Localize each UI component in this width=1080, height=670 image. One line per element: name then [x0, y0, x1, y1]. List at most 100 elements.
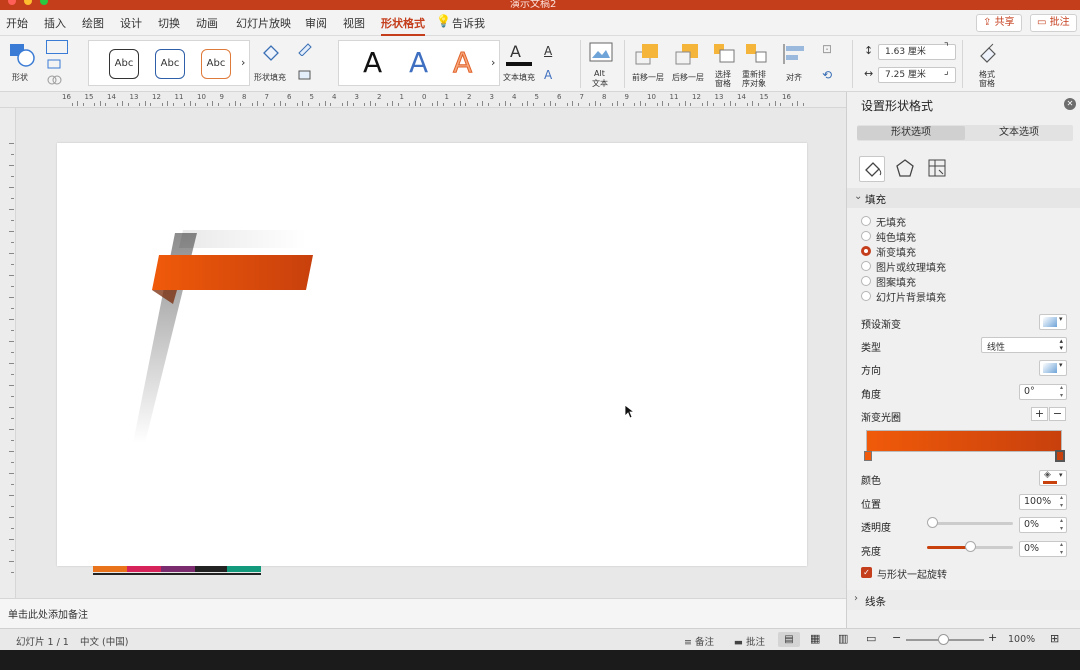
- wordart-styles-gallery[interactable]: A A A ›: [338, 40, 500, 86]
- maximize-window-button[interactable]: [40, 0, 48, 5]
- gradient-type-select[interactable]: 线性 ▴ ▾: [981, 337, 1067, 353]
- zoom-in-icon[interactable]: +: [988, 631, 997, 644]
- tab-shape-format[interactable]: 形状格式: [381, 15, 425, 36]
- zoom-level[interactable]: 100%: [1008, 634, 1035, 645]
- bring-forward-button[interactable]: 前移一层: [630, 40, 668, 86]
- brightness-field[interactable]: 0%: [1019, 541, 1067, 557]
- reading-view-icon[interactable]: ▥: [838, 632, 848, 645]
- share-button[interactable]: ⇪ 共享: [976, 14, 1022, 32]
- shape-styles-gallery[interactable]: Abc Abc Abc ›: [88, 40, 250, 86]
- text-fill-button[interactable]: A 文本填充: [503, 40, 538, 86]
- text-effects-icon[interactable]: A: [544, 68, 552, 82]
- selection-pane-button[interactable]: 选择 窗格: [710, 40, 738, 88]
- slide-sorter-icon[interactable]: ▦: [810, 632, 820, 645]
- shape-outline-button[interactable]: [296, 42, 318, 57]
- orange-gradient-banner[interactable]: [151, 251, 321, 311]
- gradient-preview-bar[interactable]: [866, 430, 1062, 452]
- align-button[interactable]: 对齐: [780, 40, 810, 86]
- position-field[interactable]: 100%: [1019, 494, 1067, 510]
- language-indicator[interactable]: 中文 (中国): [80, 634, 128, 648]
- transparency-slider[interactable]: [929, 522, 1013, 525]
- shape-fill-button[interactable]: 形状填充: [254, 40, 292, 86]
- format-pane-button[interactable]: 格式 窗格: [972, 40, 1006, 88]
- ruler-tick: [712, 103, 714, 106]
- normal-view-icon[interactable]: ▤: [778, 632, 800, 647]
- wordart-more-chevron-icon[interactable]: ›: [491, 56, 495, 69]
- brightness-slider-thumb[interactable]: [965, 541, 976, 552]
- direction-dropdown[interactable]: ▾: [1039, 360, 1067, 376]
- tab-home[interactable]: 开始: [6, 15, 28, 31]
- text-box-button[interactable]: [46, 58, 68, 70]
- close-icon[interactable]: ✕: [1064, 98, 1076, 110]
- close-window-button[interactable]: [8, 0, 16, 5]
- angle-field[interactable]: 0°: [1019, 384, 1067, 400]
- text-outline-icon[interactable]: A: [544, 44, 552, 58]
- ruler-tick: [11, 242, 14, 243]
- ruler-tick: [544, 103, 546, 106]
- tab-shape-options[interactable]: 形状选项: [857, 126, 965, 140]
- shape-style-black[interactable]: Abc: [109, 49, 139, 79]
- line-section-header[interactable]: › 线条: [847, 590, 1080, 610]
- tab-view[interactable]: 视图: [343, 15, 365, 31]
- shape-effects-button[interactable]: [296, 68, 318, 82]
- group-icon[interactable]: ⊡: [822, 42, 832, 56]
- tell-me-search[interactable]: 告诉我: [452, 15, 485, 31]
- preset-gradient-dropdown[interactable]: ▾: [1039, 314, 1067, 330]
- add-stop-button[interactable]: +: [1031, 407, 1048, 421]
- wordart-style-blue[interactable]: A: [409, 46, 428, 79]
- comments-toggle[interactable]: ▬ 批注: [734, 634, 765, 648]
- ruler-tick: [746, 103, 748, 106]
- notes-toggle[interactable]: ≡ 备注: [684, 634, 714, 648]
- gradient-stop-handle[interactable]: [864, 451, 872, 461]
- tab-transitions[interactable]: 切换: [158, 15, 180, 31]
- insert-shapes-button[interactable]: 形状: [6, 40, 40, 86]
- color-picker-dropdown[interactable]: ◈ ▾: [1039, 470, 1067, 486]
- alt-text-button[interactable]: Alt 文本: [586, 40, 616, 88]
- transparency-slider-thumb[interactable]: [927, 517, 938, 528]
- effects-tab[interactable]: [893, 156, 919, 182]
- ruler-number: 13: [129, 93, 139, 101]
- vertical-ruler[interactable]: [0, 108, 16, 598]
- horizontal-ruler[interactable]: 16 15 14 13 12 11 10 9 8 7 6 5 4 3 2 1 0 1 2 3 4 5 6 7 8 9 10 11 12 1…: [0, 92, 846, 108]
- fit-to-window-icon[interactable]: ⊞: [1050, 632, 1059, 645]
- zoom-out-icon[interactable]: −: [892, 631, 901, 644]
- merge-shapes-button[interactable]: [46, 74, 68, 86]
- size-properties-tab[interactable]: [925, 156, 951, 182]
- gradient-swatch-icon: [1043, 317, 1057, 327]
- send-backward-button[interactable]: 后移一层: [670, 40, 708, 86]
- slide-canvas[interactable]: [16, 108, 846, 598]
- tab-slideshow[interactable]: 幻灯片放映: [236, 15, 291, 31]
- shape-style-orange[interactable]: Abc: [201, 49, 231, 79]
- tab-insert[interactable]: 插入: [44, 15, 66, 31]
- notes-pane[interactable]: 单击此处添加备注: [0, 598, 846, 628]
- size-dialog-launcher-icon[interactable]: ⌝: [944, 42, 949, 53]
- gradient-stop-handle-selected[interactable]: [1055, 450, 1065, 462]
- wordart-style-orange[interactable]: A: [452, 46, 472, 80]
- radio-label: 无填充: [876, 218, 906, 229]
- remove-stop-button[interactable]: −: [1049, 407, 1066, 421]
- gallery-more-chevron-icon[interactable]: ›: [241, 56, 245, 69]
- tab-review[interactable]: 审阅: [305, 15, 327, 31]
- slideshow-icon[interactable]: ▭: [866, 632, 876, 645]
- tab-draw[interactable]: 绘图: [82, 15, 104, 31]
- edit-shape-button[interactable]: [46, 40, 68, 54]
- tab-design[interactable]: 设计: [120, 15, 142, 31]
- lock-aspect-icon[interactable]: ⌟: [944, 66, 949, 77]
- ruler-tick: [11, 550, 14, 551]
- wordart-style-black[interactable]: A: [363, 46, 382, 79]
- transparency-field[interactable]: 0%: [1019, 517, 1067, 533]
- slide[interactable]: [57, 143, 807, 566]
- fill-line-tab[interactable]: [859, 156, 885, 182]
- rotate-with-shape-checkbox[interactable]: ✓ 与形状一起旋转: [861, 566, 1021, 581]
- shape-style-blue[interactable]: Abc: [155, 49, 185, 79]
- tab-animations[interactable]: 动画: [196, 15, 218, 31]
- reorder-objects-button[interactable]: 重新排 序对象: [740, 40, 776, 88]
- ruler-tick: [414, 101, 416, 106]
- zoom-slider-thumb[interactable]: [938, 634, 949, 645]
- comments-button[interactable]: ▭ 批注: [1030, 14, 1077, 32]
- rotate-icon[interactable]: ⟲: [822, 68, 832, 82]
- fill-section-header[interactable]: ⌄ 填充: [847, 188, 1080, 208]
- tab-text-options[interactable]: 文本选项: [965, 126, 1073, 140]
- notes-placeholder[interactable]: 单击此处添加备注: [8, 606, 88, 621]
- minimize-window-button[interactable]: [24, 0, 32, 5]
